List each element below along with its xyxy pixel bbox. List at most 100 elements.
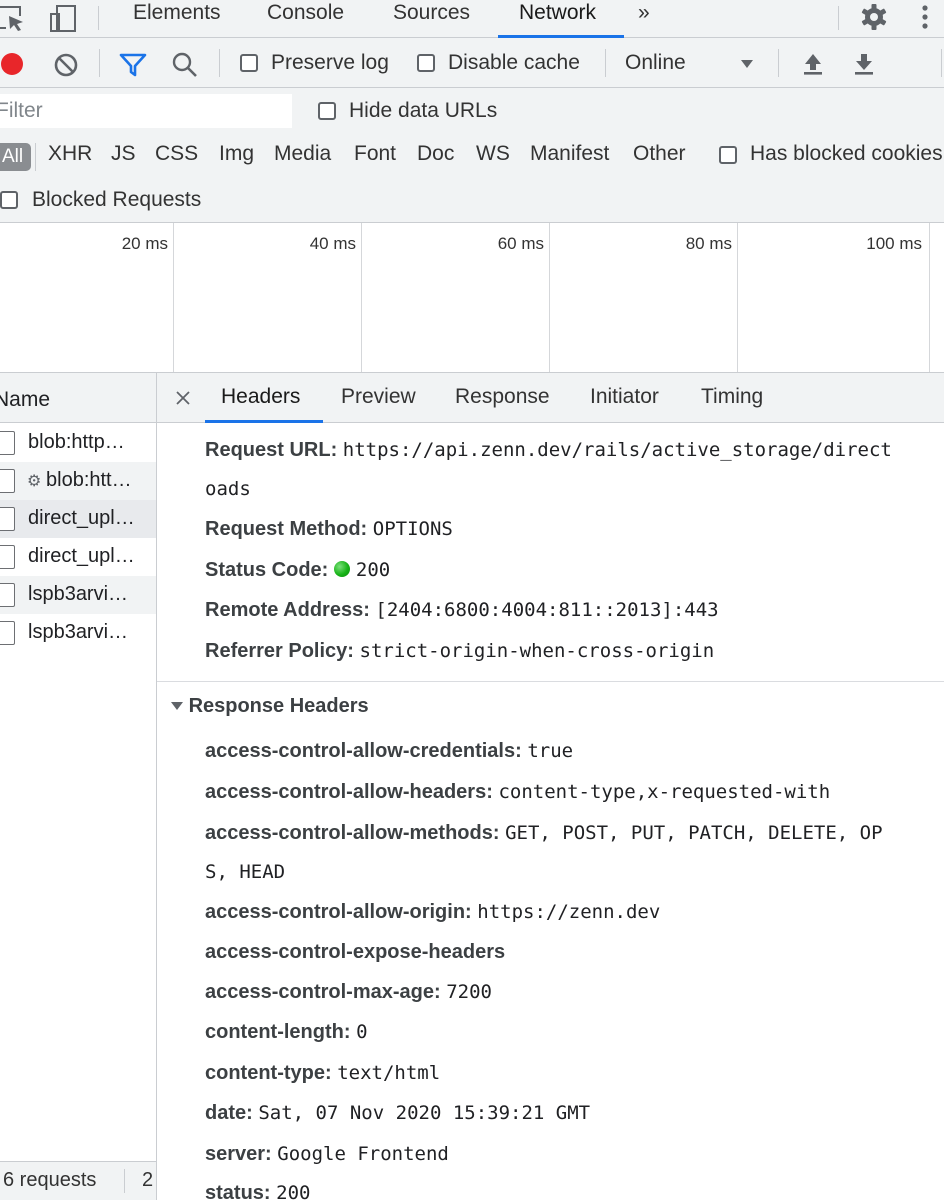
tab-more-overflow[interactable]: » — [638, 0, 650, 38]
filter-input[interactable] — [0, 94, 292, 128]
timeline-gridline — [737, 223, 738, 372]
blocked-requests-label: Blocked Requests — [32, 188, 202, 211]
request-name: blob:http… — [28, 431, 125, 453]
tab-timing[interactable]: Timing — [701, 385, 763, 409]
blocked-requests-bar: Blocked Requests — [0, 178, 944, 223]
header-value[interactable]: 200 — [356, 559, 390, 581]
type-filter-media[interactable]: Media — [274, 142, 331, 166]
header-value-continuation[interactable]: S, HEAD — [205, 861, 285, 883]
device-icon[interactable] — [48, 4, 78, 34]
header-key: Status Code: — [205, 559, 329, 581]
header-key: Request URL: — [205, 439, 338, 461]
type-filter-css[interactable]: CSS — [155, 142, 198, 166]
header-key: Request Method: — [205, 518, 368, 540]
preserve-log-checkbox[interactable] — [240, 54, 258, 72]
header-value[interactable]: https://zenn.dev — [477, 901, 660, 923]
header-value[interactable]: OPTIONS — [373, 518, 453, 540]
preserve-log-label: Preserve log — [271, 51, 389, 74]
request-row-selected[interactable]: direct_upl… — [0, 500, 156, 538]
close-icon[interactable] — [176, 391, 190, 405]
filter-bar: Hide data URLs — [0, 88, 944, 134]
request-name: lspb3arvi… — [28, 621, 129, 643]
response-header-row: content-type: text/html — [205, 1062, 440, 1085]
header-value[interactable]: true — [527, 740, 573, 762]
header-value[interactable]: 7200 — [446, 981, 492, 1003]
import-icon[interactable] — [800, 51, 826, 77]
file-icon — [0, 583, 15, 607]
transferred-size: 2 — [142, 1169, 154, 1191]
timeline-gridline — [361, 223, 362, 372]
header-value[interactable]: Sat, 07 Nov 2020 15:39:21 GMT — [258, 1102, 590, 1124]
tab-network[interactable]: Network — [519, 0, 596, 38]
tab-elements[interactable]: Elements — [133, 0, 221, 38]
tab-preview[interactable]: Preview — [341, 385, 416, 409]
header-value[interactable]: 0 — [356, 1021, 367, 1043]
name-column-header[interactable]: Name — [0, 373, 156, 423]
header-value[interactable]: content-type,x-requested-with — [498, 781, 830, 803]
hide-data-urls-checkbox[interactable] — [318, 102, 336, 120]
type-filter-font[interactable]: Font — [354, 142, 396, 166]
more-vert-icon[interactable] — [918, 2, 932, 32]
record-icon[interactable] — [0, 51, 26, 77]
header-key: Referrer Policy: — [205, 640, 354, 662]
request-row[interactable]: blob:http… — [0, 424, 156, 462]
response-header-row: access-control-expose-headers — [205, 941, 505, 964]
has-blocked-cookies-checkbox[interactable] — [719, 146, 737, 164]
header-value[interactable]: Google Frontend — [277, 1143, 449, 1165]
request-row[interactable]: lspb3arvi… — [0, 576, 156, 614]
search-icon[interactable] — [171, 51, 199, 79]
type-filter-img[interactable]: Img — [219, 142, 254, 166]
header-key: content-type: — [205, 1062, 332, 1084]
type-filter-manifest[interactable]: Manifest — [530, 142, 609, 166]
general-status-code: Status Code: 200 — [205, 559, 390, 582]
disable-cache-checkbox[interactable] — [417, 54, 435, 72]
file-icon — [0, 545, 15, 569]
response-headers-section-toggle[interactable]: Response Headers — [171, 695, 369, 718]
request-name: direct_upl… — [28, 507, 135, 529]
type-filter-doc[interactable]: Doc — [417, 142, 454, 166]
tab-headers[interactable]: Headers — [221, 385, 300, 409]
response-header-row: content-length: 0 — [205, 1021, 368, 1044]
file-icon — [0, 469, 15, 493]
header-key: access-control-allow-methods: — [205, 822, 500, 844]
header-key: access-control-allow-credentials: — [205, 740, 522, 762]
tab-response[interactable]: Response — [455, 385, 550, 409]
filter-icon[interactable] — [119, 52, 147, 78]
response-header-row: access-control-allow-headers: content-ty… — [205, 781, 830, 804]
type-filter-ws[interactable]: WS — [476, 142, 510, 166]
type-filter-all[interactable]: All — [0, 143, 32, 171]
settings-gear-icon[interactable] — [859, 2, 889, 32]
general-request-url: Request URL: https://api.zenn.dev/rails/… — [205, 439, 892, 462]
type-filter-other[interactable]: Other — [633, 142, 686, 166]
general-referrer-policy: Referrer Policy: strict-origin-when-cros… — [205, 640, 714, 663]
toolbar-divider — [941, 49, 942, 77]
clear-icon[interactable] — [53, 52, 79, 78]
export-icon[interactable] — [851, 51, 877, 77]
header-key: Remote Address: — [205, 599, 370, 621]
gear-icon: ⚙ — [27, 473, 42, 490]
file-icon — [0, 507, 15, 531]
timeline-tick-label: 20 ms — [121, 234, 168, 253]
throttling-select[interactable]: Online — [612, 44, 767, 82]
tab-sources[interactable]: Sources — [393, 0, 470, 38]
header-value[interactable]: 200 — [276, 1182, 310, 1200]
general-remote-address: Remote Address: [2404:6800:4004:811::201… — [205, 599, 719, 622]
header-value[interactable]: strict-origin-when-cross-origin — [360, 640, 715, 662]
network-overview-timeline[interactable]: 20 ms 40 ms 60 ms 80 ms 100 ms — [0, 223, 944, 373]
type-filter-xhr[interactable]: XHR — [48, 142, 92, 166]
blocked-requests-checkbox[interactable] — [0, 191, 18, 209]
header-value[interactable]: [2404:6800:4004:811::2013]:443 — [375, 599, 718, 621]
header-value[interactable]: text/html — [337, 1062, 440, 1084]
tab-console[interactable]: Console — [267, 0, 344, 38]
tab-initiator[interactable]: Initiator — [590, 385, 659, 409]
request-row[interactable]: ⚙ blob:htt… — [0, 462, 156, 500]
type-filter-js[interactable]: JS — [111, 142, 136, 166]
request-row[interactable]: lspb3arvi… — [0, 614, 156, 652]
request-row[interactable]: direct_upl… — [0, 538, 156, 576]
header-value[interactable]: https://api.zenn.dev/rails/active_storag… — [343, 439, 892, 461]
inspect-icon[interactable] — [0, 4, 28, 34]
toolbar-divider — [838, 6, 839, 30]
header-key: server: — [205, 1143, 272, 1165]
header-value-continuation[interactable]: oads — [205, 478, 251, 500]
header-value[interactable]: GET, POST, PUT, PATCH, DELETE, OP — [505, 822, 883, 844]
